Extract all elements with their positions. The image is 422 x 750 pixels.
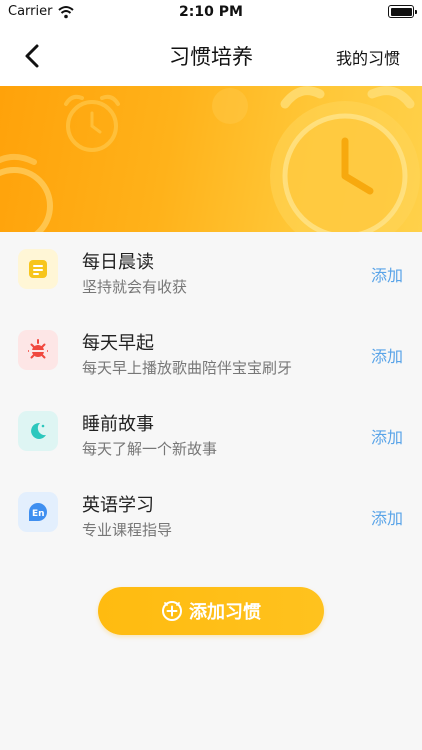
add-button[interactable]: 添加 <box>371 262 403 286</box>
add-habit-label: 添加习惯 <box>189 602 261 623</box>
list-item: En 英语学习 专业课程指导 添加 <box>0 475 422 556</box>
item-description: 坚持就会有收获 <box>82 278 188 296</box>
my-habits-button[interactable]: 我的习惯 <box>336 45 400 69</box>
status-bar: Carrier 2:10 PM <box>0 0 422 26</box>
list-item: 每日晨读 坚持就会有收获 添加 <box>0 232 422 313</box>
item-title: 英语学习 <box>82 495 154 516</box>
list-item: 每天早起 每天早上播放歌曲陪伴宝宝刷牙 添加 <box>0 313 422 394</box>
english-icon: En <box>18 492 58 532</box>
add-button[interactable]: 添加 <box>371 343 403 367</box>
moon-icon <box>18 411 58 451</box>
clock-illustration <box>0 86 420 232</box>
item-title: 睡前故事 <box>82 414 154 435</box>
nav-bar: 习惯培养 我的习惯 <box>0 26 422 86</box>
item-title: 每天早起 <box>82 333 154 354</box>
note-icon <box>18 249 58 289</box>
item-description: 每天早上播放歌曲陪伴宝宝刷牙 <box>82 359 293 377</box>
item-title: 每日晨读 <box>82 252 154 273</box>
sunrise-icon <box>18 330 58 370</box>
item-description: 专业课程指导 <box>82 521 173 539</box>
status-time: 2:10 PM <box>179 4 243 20</box>
add-circle-icon <box>162 601 182 621</box>
svg-text:En: En <box>32 509 45 519</box>
banner-image <box>0 86 422 232</box>
list-item: 睡前故事 每天了解一个新故事 添加 <box>0 394 422 475</box>
add-button[interactable]: 添加 <box>371 505 403 529</box>
add-button[interactable]: 添加 <box>371 424 403 448</box>
item-description: 每天了解一个新故事 <box>82 440 218 458</box>
add-habit-button[interactable]: 添加习惯 <box>98 587 324 635</box>
battery-icon <box>388 5 417 18</box>
